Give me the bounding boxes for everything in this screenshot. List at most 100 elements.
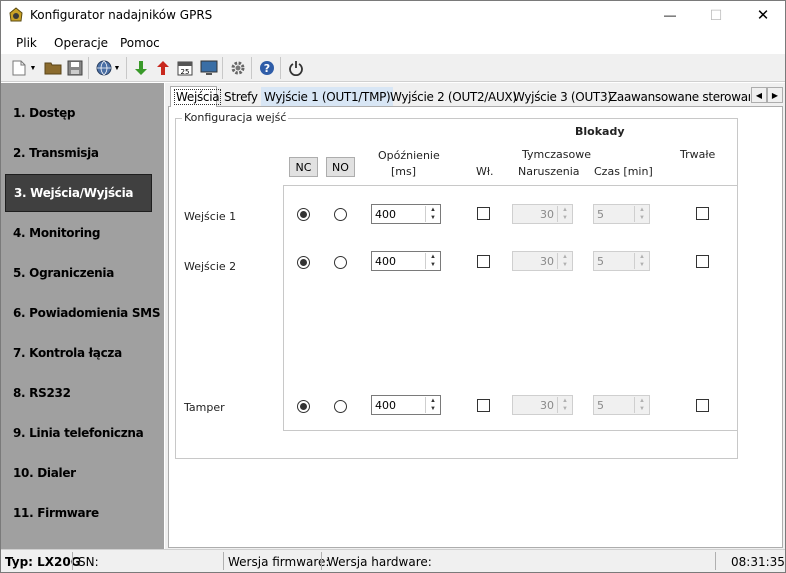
globe-icon[interactable] — [94, 58, 114, 78]
status-separator — [321, 552, 322, 570]
sidebar-item-rs232[interactable]: 8. RS232 — [1, 373, 164, 413]
input-1-delay-stepper[interactable]: 400 ▲ ▼ — [371, 204, 441, 224]
new-file-icon[interactable] — [9, 58, 29, 78]
calendar-day: 25 — [181, 68, 190, 76]
sidebar-item-monitoring[interactable]: 4. Monitoring — [1, 213, 164, 253]
permanent-header: Trwałe — [680, 148, 716, 161]
stepper-down-icon[interactable]: ▼ — [426, 214, 440, 222]
temporary-header: Tymczasowe — [522, 148, 592, 161]
tamper-wl-checkbox[interactable] — [477, 399, 490, 412]
tab-scroll-left-button[interactable]: ◀ — [751, 87, 767, 103]
window-title: Konfigurator nadajników GPRS — [30, 8, 213, 22]
stepper-buttons: ▲ ▼ — [557, 253, 571, 269]
input-2-nc-radio[interactable] — [297, 256, 310, 269]
menu-operacje[interactable]: Operacje — [54, 36, 108, 50]
tab-strefy[interactable]: Strefy — [221, 87, 261, 106]
status-separator — [223, 552, 224, 570]
tab-wyjscie-3[interactable]: Wyjście 3 (OUT3) — [510, 87, 615, 106]
stepper-up-icon[interactable]: ▲ — [426, 206, 440, 214]
nc-all-button[interactable]: NC — [289, 157, 318, 177]
help-icon[interactable]: ? — [257, 58, 277, 78]
tamper-violations-value: 30 — [540, 399, 554, 412]
chevron-right-icon: ▶ — [771, 90, 779, 100]
clock-status: 08:31:35 — [731, 555, 785, 569]
save-icon[interactable] — [65, 58, 85, 78]
menu-bar — [1, 31, 785, 53]
input-2-time-stepper: 5 ▲ ▼ — [593, 251, 650, 271]
sidebar-item-wejscia-wyjscia[interactable]: 3. Wejścia/Wyjścia — [5, 174, 152, 212]
menu-pomoc[interactable]: Pomoc — [120, 36, 160, 50]
stepper-down-icon[interactable]: ▼ — [426, 261, 440, 269]
power-icon[interactable] — [286, 58, 306, 78]
input-1-time-value: 5 — [597, 208, 604, 221]
sidebar-item-dialer[interactable]: 10. Dialer — [1, 453, 164, 493]
stepper-up-icon[interactable]: ▲ — [426, 397, 440, 405]
tab-zaawansowane-sterowanie[interactable]: Zaawansowane sterowanie w — [606, 87, 750, 106]
tab-wyjscie-2[interactable]: Wyjście 2 (OUT2/AUX) — [387, 87, 520, 106]
settings-gear-icon[interactable] — [228, 58, 248, 78]
upload-icon[interactable] — [153, 58, 173, 78]
stepper-buttons: ▲ ▼ — [557, 206, 571, 222]
stepper-down-icon: ▼ — [562, 215, 568, 221]
sidebar-item-kontrola-lacza[interactable]: 7. Kontrola łącza — [1, 333, 164, 373]
toolbar-separator — [126, 57, 127, 79]
stepper-up-icon: ▲ — [562, 398, 568, 404]
sidebar-item-linia-telefoniczna[interactable]: 9. Linia telefoniczna — [1, 413, 164, 453]
stepper-down-icon: ▼ — [562, 262, 568, 268]
tab-scroll-right-button[interactable]: ▶ — [767, 87, 783, 103]
tamper-violations-stepper: 30 ▲ ▼ — [512, 395, 573, 415]
tamper-permanent-checkbox[interactable] — [696, 399, 709, 412]
tamper-delay-value: 400 — [375, 399, 396, 412]
minimize-button[interactable]: — — [647, 0, 693, 30]
no-all-button[interactable]: NO — [326, 157, 355, 177]
tamper-nc-radio[interactable] — [297, 400, 310, 413]
input-1-permanent-checkbox[interactable] — [696, 207, 709, 220]
sidebar-item-powiadomienia-sms[interactable]: 6. Powiadomienia SMS — [1, 293, 164, 333]
menu-plik[interactable]: Plik — [16, 36, 37, 50]
input-1-nc-radio[interactable] — [297, 208, 310, 221]
input-2-no-radio[interactable] — [334, 256, 347, 269]
stepper-buttons: ▲ ▼ — [634, 397, 648, 413]
download-icon[interactable] — [131, 58, 151, 78]
svg-text:?: ? — [264, 62, 270, 75]
close-icon: ✕ — [756, 7, 770, 24]
stepper-up-icon[interactable]: ▲ — [426, 253, 440, 261]
input-2-permanent-checkbox[interactable] — [696, 255, 709, 268]
stepper-down-icon: ▼ — [639, 406, 645, 412]
delay-unit-header: [ms] — [391, 165, 417, 178]
tamper-no-radio[interactable] — [334, 400, 347, 413]
input-1-wl-checkbox[interactable] — [477, 207, 490, 220]
stepper-up-icon: ▲ — [562, 254, 568, 260]
stepper-down-icon: ▼ — [639, 215, 645, 221]
stepper-up-icon: ▲ — [562, 207, 568, 213]
sidebar-item-ograniczenia[interactable]: 5. Ograniczenia — [1, 253, 164, 293]
stepper-down-icon: ▼ — [562, 406, 568, 412]
stepper-down-icon[interactable]: ▼ — [426, 405, 440, 413]
tamper-delay-stepper[interactable]: 400 ▲ ▼ — [371, 395, 441, 415]
input-1-violations-value: 30 — [540, 208, 554, 221]
sidebar-item-firmware[interactable]: 11. Firmware — [1, 493, 164, 533]
sidebar-item-dostep[interactable]: 1. Dostęp — [1, 93, 164, 133]
dropdown-arrow-icon[interactable]: ▼ — [112, 58, 122, 78]
stepper-up-icon: ▲ — [639, 207, 645, 213]
open-folder-icon[interactable] — [43, 58, 63, 78]
stepper-buttons: ▲ ▼ — [425, 206, 439, 222]
close-button[interactable]: ✕ — [740, 0, 786, 30]
dropdown-arrow-icon[interactable]: ▼ — [28, 58, 38, 78]
sidebar-item-transmisja[interactable]: 2. Transmisja — [1, 133, 164, 173]
tab-wyjscie-1[interactable]: Wyjście 1 (OUT1/TMP) — [261, 87, 394, 106]
input-1-no-radio[interactable] — [334, 208, 347, 221]
calendar-icon[interactable]: 25 — [175, 58, 195, 78]
input-1-label: Wejście 1 — [184, 210, 237, 223]
maximize-button[interactable]: ☐ — [693, 0, 739, 30]
time-min-header: Czas [min] — [594, 165, 653, 178]
input-2-time-value: 5 — [597, 255, 604, 268]
input-1-time-stepper: 5 ▲ ▼ — [593, 204, 650, 224]
monitor-icon[interactable] — [199, 58, 219, 78]
input-2-delay-stepper[interactable]: 400 ▲ ▼ — [371, 251, 441, 271]
device-type-status: Typ: LX20G — [5, 555, 81, 569]
tab-wejscia[interactable]: Wejścia — [170, 86, 222, 107]
tamper-label: Tamper — [184, 401, 225, 414]
stepper-buttons: ▲ ▼ — [557, 397, 571, 413]
input-2-wl-checkbox[interactable] — [477, 255, 490, 268]
